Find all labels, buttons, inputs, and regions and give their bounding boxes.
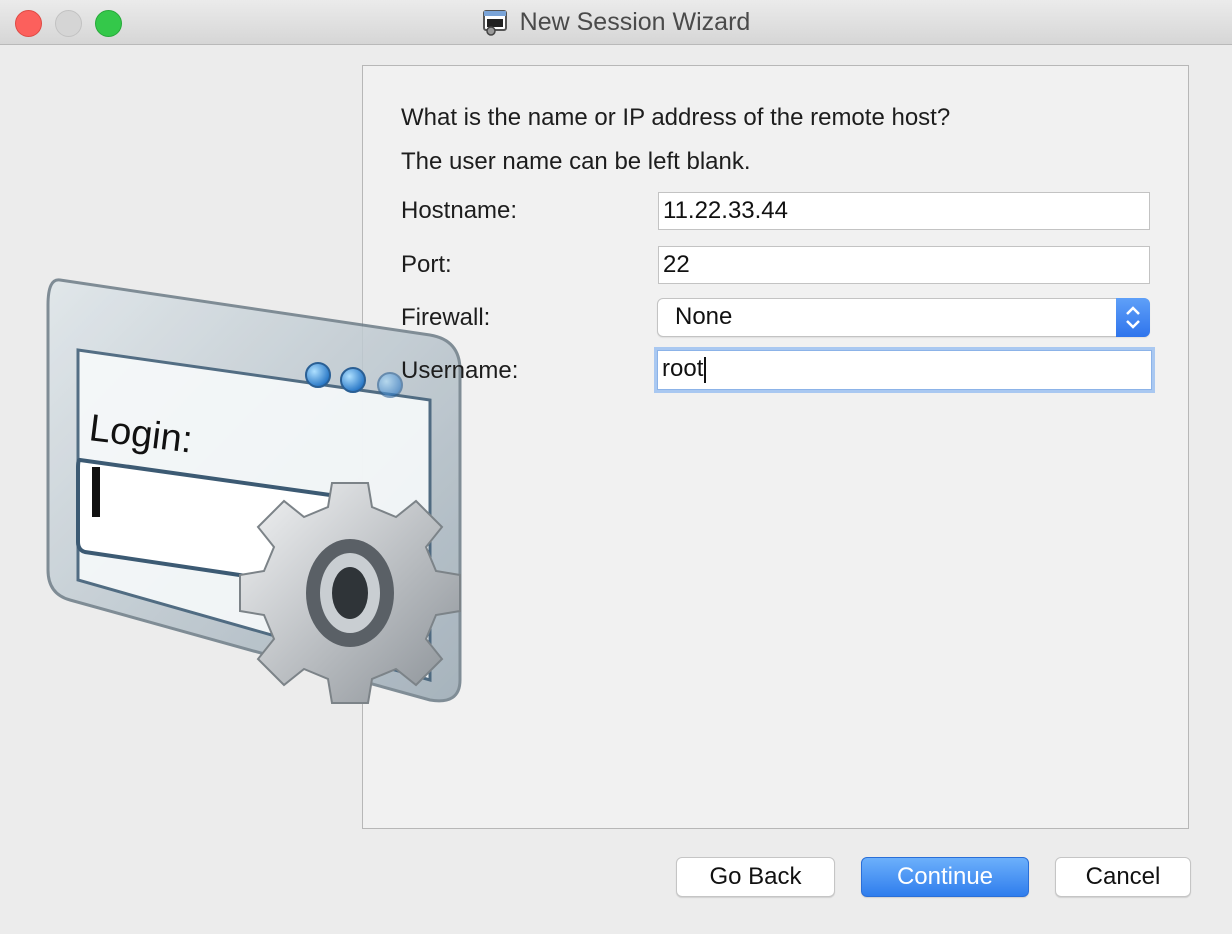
host-question-text: What is the name or IP address of the re… bbox=[401, 104, 951, 131]
hostname-label: Hostname: bbox=[401, 197, 518, 224]
firewall-select[interactable]: None bbox=[657, 298, 1150, 337]
terminal-window-icon bbox=[482, 10, 507, 36]
username-field[interactable]: root bbox=[657, 350, 1152, 390]
window-title: New Session Wizard bbox=[519, 7, 751, 36]
hostname-field[interactable]: 11.22.33.44 bbox=[658, 192, 1150, 230]
port-label: Port: bbox=[401, 251, 452, 278]
cancel-button[interactable]: Cancel bbox=[1055, 857, 1191, 897]
wizard-window: New Session Wizard Login: What is the na… bbox=[0, 0, 1232, 934]
continue-button[interactable]: Continue bbox=[861, 857, 1029, 897]
firewall-label: Firewall: bbox=[401, 304, 491, 331]
window-title-group: New Session Wizard bbox=[0, 6, 1232, 38]
select-arrows-icon bbox=[1116, 298, 1150, 337]
title-bar[interactable]: New Session Wizard bbox=[0, 0, 1232, 45]
firewall-selected-value: None bbox=[675, 303, 733, 330]
username-value: root bbox=[662, 355, 704, 382]
username-label: Username: bbox=[401, 357, 519, 384]
go-back-button[interactable]: Go Back bbox=[676, 857, 835, 897]
username-note-text: The user name can be left blank. bbox=[401, 148, 751, 175]
port-field[interactable]: 22 bbox=[658, 246, 1150, 284]
text-caret bbox=[704, 356, 707, 383]
